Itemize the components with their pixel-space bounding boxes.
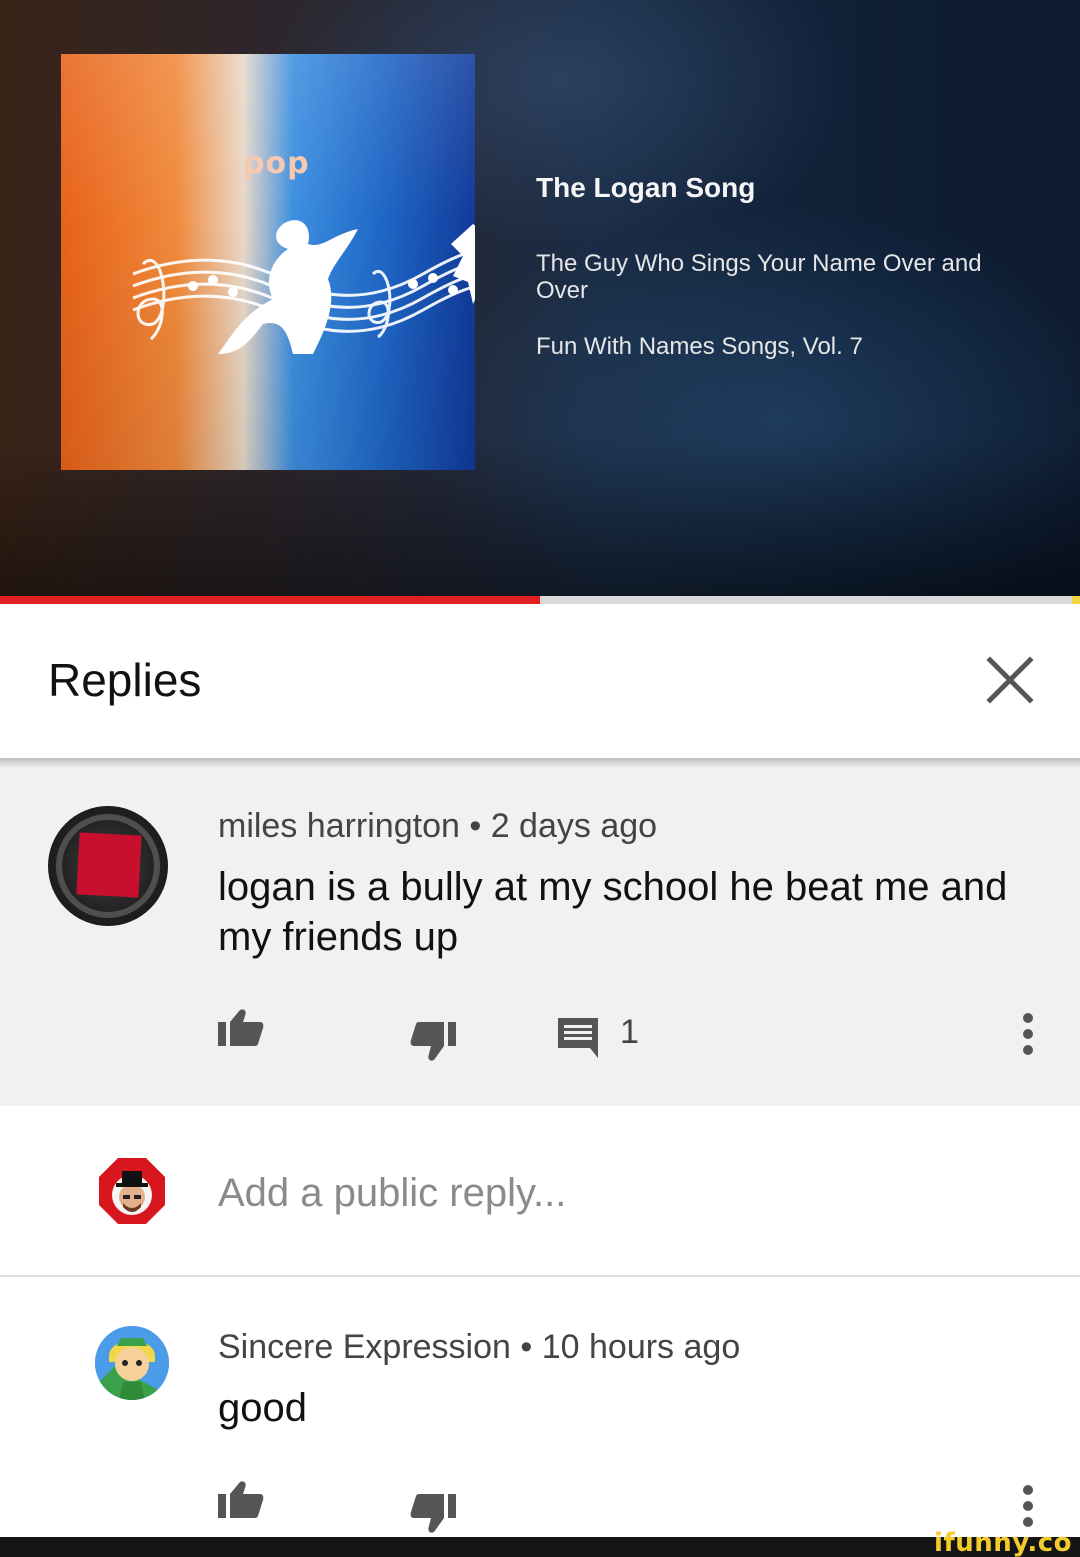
more-vert-icon — [1023, 1013, 1033, 1055]
song-title: The Logan Song — [536, 172, 756, 203]
thumbs-up-icon — [218, 1009, 264, 1046]
more-vert-icon — [1023, 1485, 1033, 1527]
divider — [0, 1275, 1080, 1277]
avatar-red-square — [76, 832, 142, 898]
comment-meta: miles harrington • 2 days ago — [218, 806, 657, 846]
dislike-button[interactable] — [408, 1492, 458, 1539]
comment-time: 2 days ago — [490, 807, 658, 845]
reply-button[interactable] — [556, 1016, 600, 1063]
header-shadow — [0, 758, 1080, 768]
replies-title: Replies — [48, 654, 202, 706]
reply-count: 1 — [620, 1013, 639, 1051]
close-icon — [986, 656, 1034, 704]
close-button[interactable] — [982, 652, 1038, 708]
video-info: The Logan Song The Guy Who Sings Your Na… — [536, 170, 1036, 362]
replies-header: Replies — [0, 604, 1080, 758]
reply-menu-button[interactable] — [1018, 1484, 1038, 1533]
thumbs-up-icon — [218, 1481, 264, 1518]
music-dancer-graphic — [132, 220, 475, 354]
reply-input[interactable] — [218, 1168, 1018, 1218]
progress-bar-fill — [0, 596, 540, 604]
avatar[interactable] — [48, 806, 168, 926]
user-avatar — [98, 1157, 166, 1225]
bottom-bar — [0, 1537, 1080, 1557]
reply-text: good — [218, 1386, 307, 1430]
meta-separator: • — [520, 1328, 533, 1366]
album-art-label: pop — [243, 146, 310, 181]
artist-name: The Guy Who Sings Your Name Over and Ove… — [536, 250, 982, 304]
progress-bar[interactable] — [0, 596, 1080, 604]
comment-icon — [558, 1018, 598, 1058]
like-button[interactable] — [216, 1008, 266, 1053]
reply-meta: Sincere Expression • 10 hours ago — [218, 1327, 740, 1367]
thumbs-down-icon — [410, 1494, 456, 1533]
thumbs-down-icon — [410, 1022, 456, 1061]
reply-author[interactable]: Sincere Expression — [218, 1328, 511, 1366]
progress-bar-end-marker — [1072, 596, 1080, 604]
watermark-logo: ifunny.co — [934, 1528, 1072, 1557]
comment-author[interactable]: miles harrington — [218, 807, 460, 845]
dislike-button[interactable] — [408, 1020, 458, 1067]
like-button[interactable] — [216, 1480, 266, 1525]
video-player[interactable]: pop The Logan Song The Guy Who Sings You… — [0, 0, 1080, 598]
comment-text: logan is a bully at my school he beat me… — [218, 865, 1008, 959]
avatar[interactable] — [95, 1326, 169, 1400]
album-art: pop — [61, 54, 475, 470]
meta-separator: • — [469, 807, 482, 845]
comment-menu-button[interactable] — [1018, 1012, 1038, 1061]
album-name: Fun With Names Songs, Vol. 7 — [536, 333, 863, 360]
reply-time: 10 hours ago — [541, 1328, 741, 1366]
